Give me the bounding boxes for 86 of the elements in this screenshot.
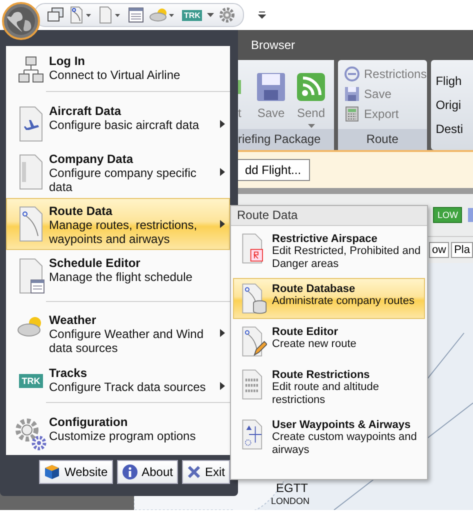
- field-label: Origi: [436, 98, 462, 112]
- document-icon: [17, 206, 45, 242]
- gears-icon: [15, 416, 47, 451]
- weather-icon[interactable]: [149, 7, 177, 23]
- map-label: EGTT: [276, 481, 308, 495]
- menu-item[interactable]: TRK Tracks Configure Track data sources: [6, 360, 230, 400]
- group-label: riefing Package: [238, 129, 334, 150]
- info-icon: [122, 464, 138, 480]
- map-label: LONDON: [271, 496, 310, 506]
- menu-item[interactable]: Schedule Editor Manage the flight schedule: [6, 250, 230, 299]
- menu-item-title: Restrictive Airspace: [272, 233, 378, 245]
- ribbon-tab[interactable]: Browser: [251, 38, 296, 52]
- document-icon: [17, 258, 45, 294]
- document-icon: [240, 283, 267, 314]
- submenu-arrow-icon: [220, 382, 225, 390]
- menu-item-title: Aircraft Data: [49, 104, 122, 118]
- windows-icon[interactable]: [47, 7, 65, 23]
- group-label: Route: [338, 129, 427, 150]
- menu-item[interactable]: Route Data Manage routes, restrictions, waypoints and airways: [6, 198, 230, 250]
- menu-item-description: Create custom waypoints and airways: [272, 431, 418, 457]
- badge: [468, 208, 473, 222]
- menu-item[interactable]: Log In Connect to Virtual Airline: [6, 48, 230, 89]
- document-icon[interactable]: [99, 6, 123, 24]
- list-icon[interactable]: [128, 7, 144, 23]
- filter-button[interactable]: Pla: [451, 242, 473, 258]
- level-badge: LOW: [433, 207, 462, 223]
- menu-item-description: Configure company specific data: [49, 166, 198, 194]
- menu-item-title: Tracks: [49, 366, 88, 380]
- menu-item[interactable]: Configuration Customize program options: [6, 408, 230, 455]
- add-flight-button[interactable]: dd Flight...: [236, 159, 310, 181]
- menu-item-title: Route Editor: [272, 326, 339, 338]
- menu-item[interactable]: Restrictive Airspace Edit Restricted, Prohibited and Danger areas: [233, 228, 425, 276]
- menu-item-title: Route Restrictions: [272, 369, 371, 381]
- menu-item-title: Route Database: [272, 283, 356, 295]
- menu-item-title: User Waypoints & Airways: [272, 419, 412, 431]
- menu-item-title: Company Data: [49, 152, 134, 166]
- menu-item[interactable]: User Waypoints & Airways Create custom waypoints and airways: [233, 414, 425, 462]
- menu-item-description: Connect to Virtual Airline: [49, 68, 182, 82]
- menu-item-description: Edit route and altitude restrictions: [272, 381, 380, 407]
- document-icon: [240, 326, 267, 357]
- field-label: Fligh: [436, 74, 463, 88]
- footer-button[interactable]: About: [116, 460, 178, 484]
- menu-item[interactable]: Route Database Administrate company routes: [233, 278, 425, 319]
- submenu-arrow-icon: [220, 220, 225, 228]
- menu-item-description: Customize program options: [49, 428, 197, 443]
- route-document-icon[interactable]: [70, 6, 94, 24]
- footer-button[interactable]: Website: [39, 460, 113, 484]
- menu-item-title: Schedule Editor: [49, 256, 142, 270]
- cube-icon: [44, 464, 60, 480]
- menu-item-title: Log In: [49, 54, 86, 68]
- menu-item[interactable]: Aircraft Data Configure basic aircraft data: [6, 98, 230, 146]
- menu-item-description: Configure basic aircraft data: [49, 118, 200, 132]
- submenu-header: Route Data: [231, 206, 427, 226]
- tracks-badge: TRK: [18, 374, 44, 388]
- menu-item-title: Route Data: [49, 204, 114, 218]
- menu-item-description: Configure Weather and Wind data sources: [49, 327, 205, 356]
- submenu-arrow-icon: [220, 168, 225, 176]
- document-icon: [17, 106, 45, 142]
- menu-item-description: Configure Track data sources: [49, 380, 207, 394]
- menu-item-title: Configuration: [49, 414, 129, 429]
- application-button[interactable]: [2, 2, 40, 40]
- calculator-icon: [344, 106, 360, 122]
- globe-icon: [6, 6, 36, 36]
- network-icon: [18, 56, 44, 84]
- feed-icon: [296, 72, 326, 102]
- menu-item[interactable]: Route Editor Create new route: [233, 321, 425, 362]
- no-entry-icon: [344, 66, 360, 82]
- footer-button[interactable]: Exit: [182, 460, 230, 484]
- menu-item-description: Create new route: [272, 338, 358, 351]
- menu-item-description: Manage routes, restrictions, waypoints and airways: [49, 218, 198, 246]
- field-label: Desti: [436, 122, 464, 136]
- menu-item[interactable]: Route Restrictions Edit route and altitude restrictions: [233, 364, 425, 412]
- submenu-arrow-icon: [220, 120, 225, 128]
- submenu-arrow-icon: [220, 329, 225, 338]
- menu-item-description: Manage the flight schedule: [49, 270, 194, 284]
- settings-icon[interactable]: [219, 7, 236, 23]
- menu-item[interactable]: Weather Configure Weather and Wind data sources: [6, 307, 230, 360]
- caret-icon[interactable]: [207, 13, 214, 17]
- menu-item-description: Administrate company routes: [272, 295, 416, 308]
- document-icon: [17, 154, 45, 190]
- close-icon: [186, 465, 201, 479]
- menu-item-description: Edit Restricted, Prohibited and Danger areas: [272, 245, 422, 271]
- menu-item[interactable]: Company Data Configure company specific data: [6, 146, 230, 198]
- filter-button[interactable]: ow: [429, 242, 450, 258]
- customize-toolbar-icon[interactable]: [258, 11, 266, 19]
- menu-item-title: Weather: [49, 313, 98, 328]
